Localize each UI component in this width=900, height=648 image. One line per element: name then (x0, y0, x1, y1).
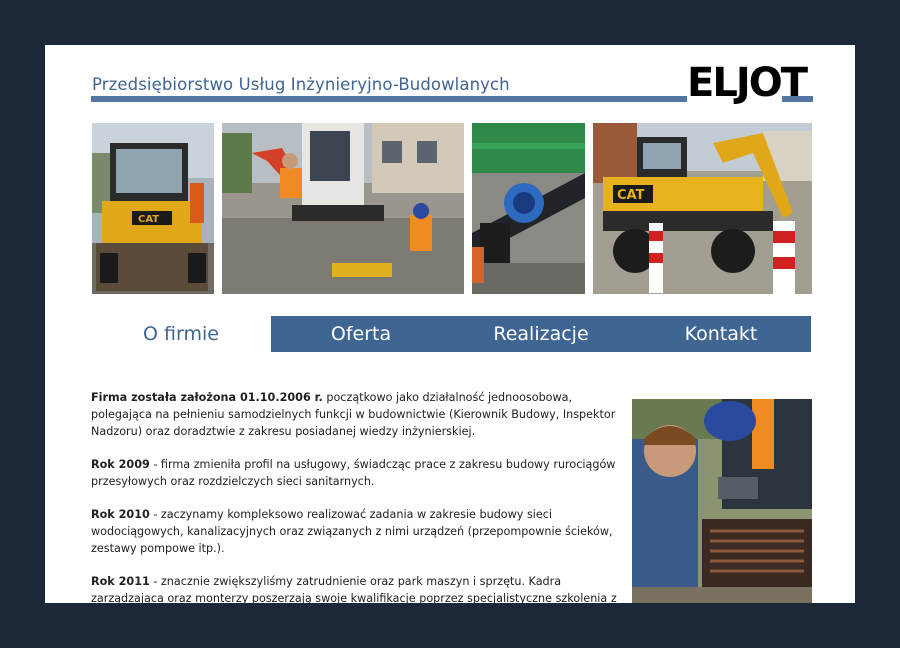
main-nav: O firmie Oferta Realizacje Kontakt (91, 316, 811, 352)
logo-text: ELJOT (687, 60, 809, 106)
paragraph-2011: Rok 2011 - znacznie zwiększyliśmy zatrud… (91, 573, 629, 603)
nav-item-realizacje[interactable]: Realizacje (451, 316, 631, 352)
pipe-fitting-photo (472, 123, 585, 294)
excavator-workers-photo (222, 123, 464, 294)
paragraph-2010: Rok 2010 - zaczynamy kompleksowo realizo… (91, 506, 629, 557)
workers-drain-photo (632, 399, 812, 603)
nav-item-o-firmie[interactable]: O firmie (91, 316, 271, 352)
nav-item-oferta[interactable]: Oferta (271, 316, 451, 352)
paragraph-heading: Rok 2011 (91, 575, 150, 588)
paragraph-text: - znacznie zwiększyliśmy zatrudnienie or… (91, 575, 617, 603)
backhoe-loader-photo: CAT (92, 123, 214, 294)
cat-excavator-photo: CAT (593, 123, 812, 294)
company-name: Przedsiębiorstwo Usług Inżynieryjno-Budo… (92, 75, 510, 94)
nav-item-kontakt[interactable]: Kontakt (631, 316, 811, 352)
paragraph-text: - firma zmieniła profil na usługowy, świ… (91, 458, 616, 488)
paragraph-2009: Rok 2009 - firma zmieniła profil na usłu… (91, 456, 629, 490)
svg-text:CAT: CAT (138, 214, 159, 225)
paragraph-heading: Rok 2010 (91, 508, 150, 521)
paragraph-text: - zaczynamy kompleksowo realizować zadan… (91, 508, 613, 555)
svg-text:CAT: CAT (617, 188, 645, 203)
paragraph-heading: Rok 2009 (91, 458, 150, 471)
page: Przedsiębiorstwo Usług Inżynieryjno-Budo… (45, 45, 855, 603)
eljot-logo[interactable]: ELJOT (687, 52, 813, 106)
paragraph-founded: Firma została założona 01.10.2006 r. poc… (91, 389, 629, 440)
about-content: Firma została założona 01.10.2006 r. poc… (91, 389, 629, 603)
paragraph-heading: Firma została założona 01.10.2006 r. (91, 391, 323, 404)
